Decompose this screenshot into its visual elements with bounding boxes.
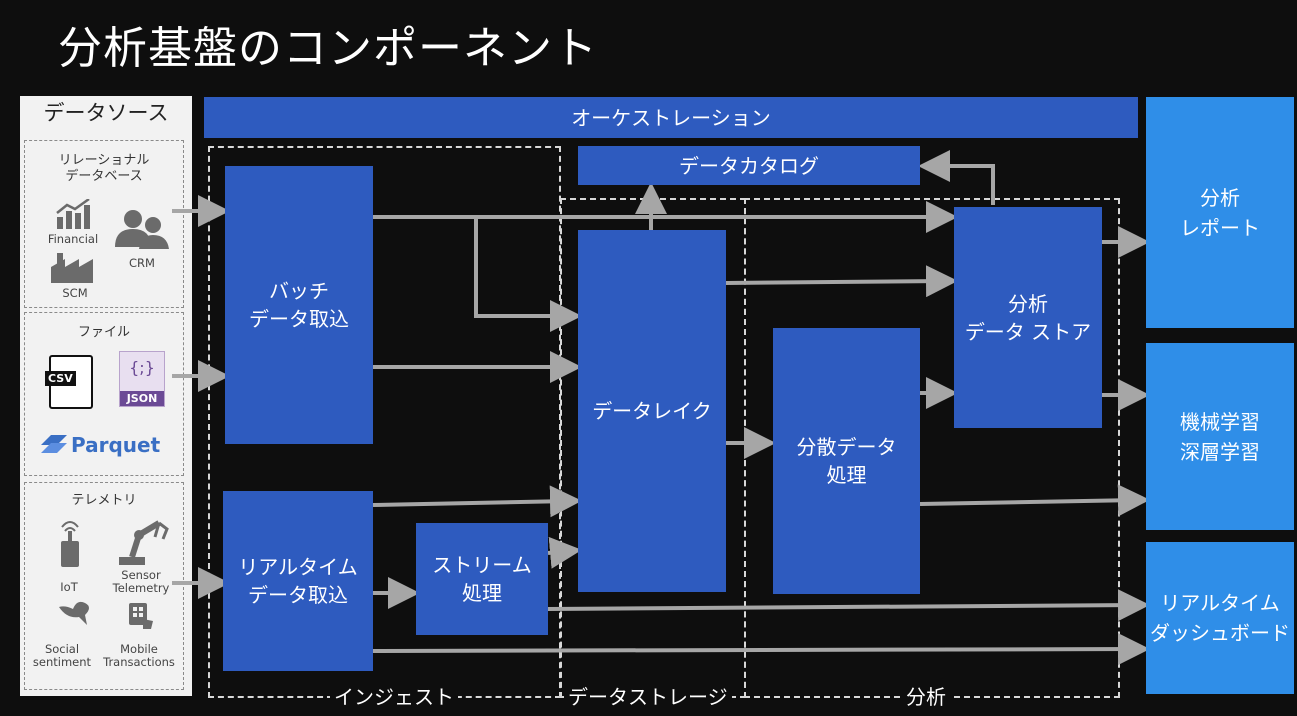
- analysis-report-block[interactable]: 分析 レポート: [1146, 97, 1294, 328]
- orchestration-block[interactable]: オーケストレーション: [204, 97, 1138, 138]
- stream-processing-block[interactable]: ストリーム 処理: [416, 523, 548, 635]
- realtime-ingest-block[interactable]: リアルタイム データ取込: [223, 491, 373, 671]
- data-lake-block[interactable]: データレイク: [578, 230, 726, 592]
- realtime-dashboard-block[interactable]: リアルタイム ダッシュボード: [1146, 542, 1294, 694]
- analytics-store-block[interactable]: 分析 データ ストア: [954, 207, 1102, 428]
- distributed-processing-block[interactable]: 分散データ 処理: [773, 328, 920, 594]
- machine-learning-block[interactable]: 機械学習 深層学習: [1146, 343, 1294, 530]
- batch-ingest-block[interactable]: バッチ データ取込: [225, 166, 373, 444]
- data-catalog-block[interactable]: データカタログ: [578, 146, 920, 185]
